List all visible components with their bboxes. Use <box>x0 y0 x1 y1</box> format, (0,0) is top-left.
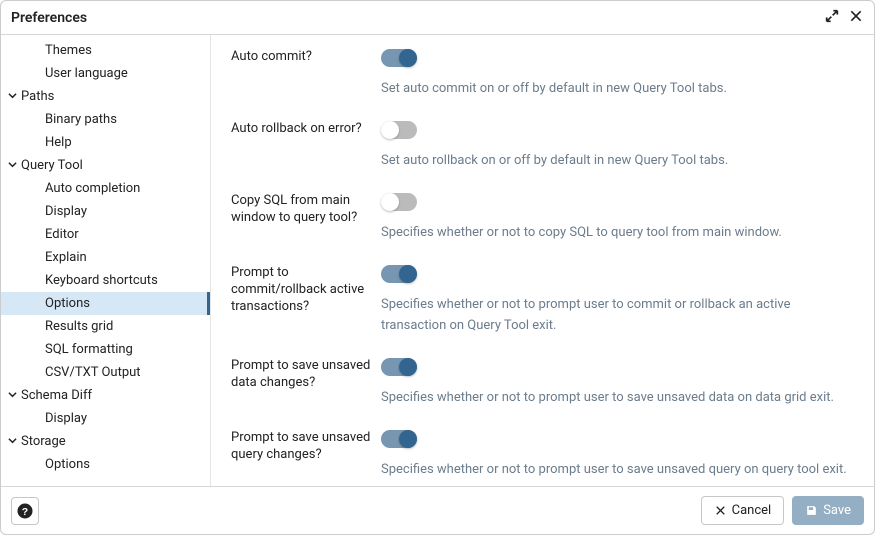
setting-label: Prompt to commit/rollback active transac… <box>231 265 381 316</box>
preferences-panel[interactable]: Auto commit?Set auto commit on or off by… <box>211 35 874 486</box>
cancel-button[interactable]: Cancel <box>701 496 785 525</box>
tree-item-label: Editor <box>45 227 79 242</box>
setting-description: Specifies whether or not to copy SQL to … <box>381 223 854 243</box>
tree-item[interactable]: Paths <box>1 85 210 108</box>
footer-buttons: Cancel Save <box>701 496 864 525</box>
tree-item[interactable]: Results grid <box>1 315 210 338</box>
tree-item-label: Binary paths <box>45 112 117 127</box>
setting-control: Specifies whether or not to prompt user … <box>381 358 854 408</box>
cancel-label: Cancel <box>732 503 772 518</box>
header-actions <box>824 8 864 28</box>
toggle-switch[interactable] <box>381 121 417 139</box>
chevron-down-icon[interactable] <box>5 390 19 402</box>
tree-item[interactable]: Display <box>1 200 210 223</box>
toggle-knob <box>399 430 417 448</box>
tree-item[interactable]: Keyboard shortcuts <box>1 269 210 292</box>
setting-row: Auto rollback on error?Set auto rollback… <box>231 121 854 171</box>
toggle-switch[interactable] <box>381 430 417 448</box>
tree-item[interactable]: Options <box>1 292 210 315</box>
toggle-knob <box>399 265 417 283</box>
tree-item[interactable]: Help <box>1 131 210 154</box>
tree-item[interactable]: Themes <box>1 39 210 62</box>
dialog-body: Themes User language Paths Binary paths Help… <box>1 35 874 486</box>
setting-control: Specifies whether or not to prompt user … <box>381 430 854 480</box>
tree-item-label: Storage <box>21 434 66 449</box>
dialog-title: Preferences <box>11 10 87 26</box>
tree-item-label: Explain <box>45 250 87 265</box>
preferences-tree[interactable]: Themes User language Paths Binary paths Help… <box>1 35 211 486</box>
save-label: Save <box>823 503 851 518</box>
tree-item-label: Query Tool <box>21 158 83 173</box>
setting-label: Copy SQL from main window to query tool? <box>231 193 381 227</box>
chevron-down-icon[interactable] <box>5 436 19 448</box>
setting-description: Specifies whether or not to prompt user … <box>381 460 854 480</box>
setting-description: Set auto commit on or off by default in … <box>381 79 854 99</box>
close-icon[interactable] <box>848 8 864 28</box>
setting-control: Specifies whether or not to prompt user … <box>381 265 854 335</box>
tree-item-label: Results grid <box>45 319 113 334</box>
toggle-switch[interactable] <box>381 265 417 283</box>
tree-item[interactable]: Display <box>1 407 210 430</box>
toggle-switch[interactable] <box>381 49 417 67</box>
tree-item-label: User language <box>45 66 128 81</box>
setting-control: Set auto rollback on or off by default i… <box>381 121 854 171</box>
setting-description: Specifies whether or not to prompt user … <box>381 388 854 408</box>
dialog-header: Preferences <box>1 1 874 35</box>
tree-item[interactable]: Auto completion <box>1 177 210 200</box>
setting-row: Prompt to save unsaved query changes?Spe… <box>231 430 854 480</box>
tree-item[interactable]: Editor <box>1 223 210 246</box>
tree-item[interactable]: Options <box>1 453 210 476</box>
tree-item[interactable]: Query Tool <box>1 154 210 177</box>
tree-item[interactable]: Binary paths <box>1 108 210 131</box>
tree-item-label: Auto completion <box>45 181 140 196</box>
tree-item-label: Keyboard shortcuts <box>45 273 158 288</box>
setting-control: Set auto commit on or off by default in … <box>381 49 854 99</box>
setting-row: Copy SQL from main window to query tool?… <box>231 193 854 243</box>
setting-control: Specifies whether or not to copy SQL to … <box>381 193 854 243</box>
tree-item[interactable]: CSV/TXT Output <box>1 361 210 384</box>
setting-label: Auto rollback on error? <box>231 121 381 138</box>
tree-item-label: Schema Diff <box>21 388 92 403</box>
tree-item-label: Options <box>45 296 90 311</box>
tree-item-label: Display <box>45 204 87 219</box>
tree-item-label: Paths <box>21 89 54 104</box>
setting-label: Prompt to save unsaved data changes? <box>231 358 381 392</box>
tree-item[interactable]: SQL formatting <box>1 338 210 361</box>
toggle-knob <box>381 193 399 211</box>
tree-item[interactable]: Explain <box>1 246 210 269</box>
toggle-knob <box>399 358 417 376</box>
setting-description: Specifies whether or not to prompt user … <box>381 295 854 335</box>
setting-description: Set auto rollback on or off by default i… <box>381 151 854 171</box>
setting-row: Prompt to save unsaved data changes?Spec… <box>231 358 854 408</box>
dialog-footer: ? Cancel Save <box>1 486 874 534</box>
expand-icon[interactable] <box>824 8 840 28</box>
setting-label: Prompt to save unsaved query changes? <box>231 430 381 464</box>
toggle-knob <box>381 121 399 139</box>
tree-item-label: Options <box>45 457 90 472</box>
setting-label: Auto commit? <box>231 49 381 66</box>
tree-item-label: Themes <box>45 43 92 58</box>
chevron-down-icon[interactable] <box>5 160 19 172</box>
chevron-down-icon[interactable] <box>5 91 19 103</box>
tree-item-label: Help <box>45 135 72 150</box>
save-button[interactable]: Save <box>792 496 864 525</box>
tree-item-label: CSV/TXT Output <box>45 365 141 380</box>
tree-item[interactable]: Storage <box>1 430 210 453</box>
svg-text:?: ? <box>22 505 28 517</box>
tree-item-label: Display <box>45 411 87 426</box>
setting-row: Prompt to commit/rollback active transac… <box>231 265 854 335</box>
tree-item[interactable]: User language <box>1 62 210 85</box>
toggle-switch[interactable] <box>381 358 417 376</box>
toggle-knob <box>399 49 417 67</box>
setting-row: Auto commit?Set auto commit on or off by… <box>231 49 854 99</box>
help-button[interactable]: ? <box>11 497 39 525</box>
toggle-switch[interactable] <box>381 193 417 211</box>
tree-item[interactable]: Schema Diff <box>1 384 210 407</box>
tree-item-label: SQL formatting <box>45 342 133 357</box>
